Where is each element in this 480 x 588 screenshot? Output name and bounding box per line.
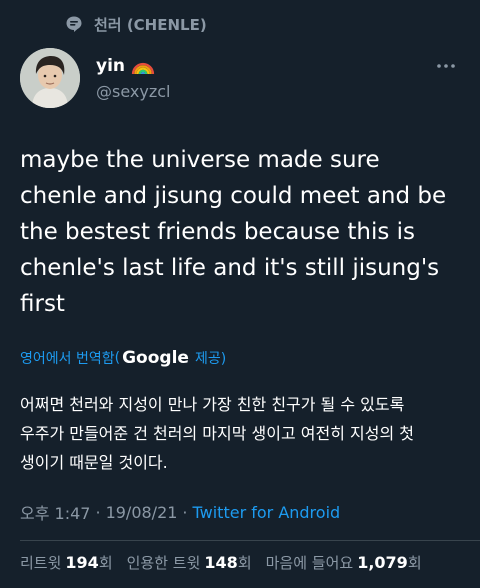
avatar[interactable] [20,48,80,108]
translate-paren: ( [114,350,121,366]
engagement-stats: 리트윗 194 회 인용한 트윗 148 회 마음에 들어요 1,079 회 [20,552,422,573]
topic-icon [64,14,84,34]
quotes-count: 148 [204,553,238,572]
divider [20,540,480,541]
translate-suffix: 제공) [194,351,227,367]
author-name-line[interactable]: yin [96,56,155,76]
retweets-count: 194 [65,553,99,572]
translate-attribution[interactable]: 영어에서 번역함 ( Google 제공) [20,348,226,368]
translation-line: 우주가 만들어준 건 천러의 마지막 생이고 여전히 지성의 첫 [20,424,414,443]
likes-label: 마음에 들어요 [265,554,354,572]
tweet-line: maybe the universe made sure [20,147,380,173]
tweet-text: maybe the universe made sure chenle and … [20,142,468,322]
meta-separator: · [95,502,101,522]
author-handle[interactable]: @sexyzcl [96,82,170,101]
rainbow-icon [131,57,155,75]
tweet-line: first [20,291,65,317]
meta-separator: · [182,502,188,522]
author-name: yin [96,56,126,76]
retweets-unit: 회 [98,554,113,572]
tweet-line: chenle's last life and it's still jisung… [20,255,440,281]
more-options-icon[interactable] [434,56,458,76]
topic-context[interactable]: 천러 (CHENLE) [64,12,207,36]
tweet-meta: 오후 1:47 · 19/08/21 · Twitter for Android [20,500,340,524]
quotes-stat[interactable]: 인용한 트윗 148 회 [127,552,252,573]
translate-prefix: 영어에서 번역함 [20,351,115,367]
tweet-line: the bestest friends because this is [20,219,415,245]
translation-line: 생이기 때문일 것이다. [20,453,168,472]
quotes-label: 인용한 트윗 [126,554,201,572]
retweets-stat[interactable]: 리트윗 194 회 [20,552,113,573]
likes-unit: 회 [407,554,422,572]
retweets-label: 리트윗 [20,554,62,572]
tweet-line: chenle and jisung could meet and be [20,183,447,209]
google-logo: Google [122,348,189,368]
tweet-detail: 천러 (CHENLE) yin @sexyzcl maybe the unive… [0,0,480,588]
likes-count: 1,079 [357,553,408,572]
translated-text: 어쩌면 천러와 지성이 만나 가장 친한 친구가 될 수 있도록 우주가 만들어… [20,390,468,477]
author-header: yin @sexyzcl [20,48,464,108]
tweet-source-link[interactable]: Twitter for Android [193,503,341,522]
topic-label: 천러 (CHENLE) [94,15,207,34]
tweet-time[interactable]: 오후 1:47 [20,500,90,524]
likes-stat[interactable]: 마음에 들어요 1,079 회 [266,552,422,573]
quotes-unit: 회 [237,554,252,572]
tweet-date[interactable]: 19/08/21 [106,503,178,522]
translation-line: 어쩌면 천러와 지성이 만나 가장 친한 친구가 될 수 있도록 [20,395,405,414]
